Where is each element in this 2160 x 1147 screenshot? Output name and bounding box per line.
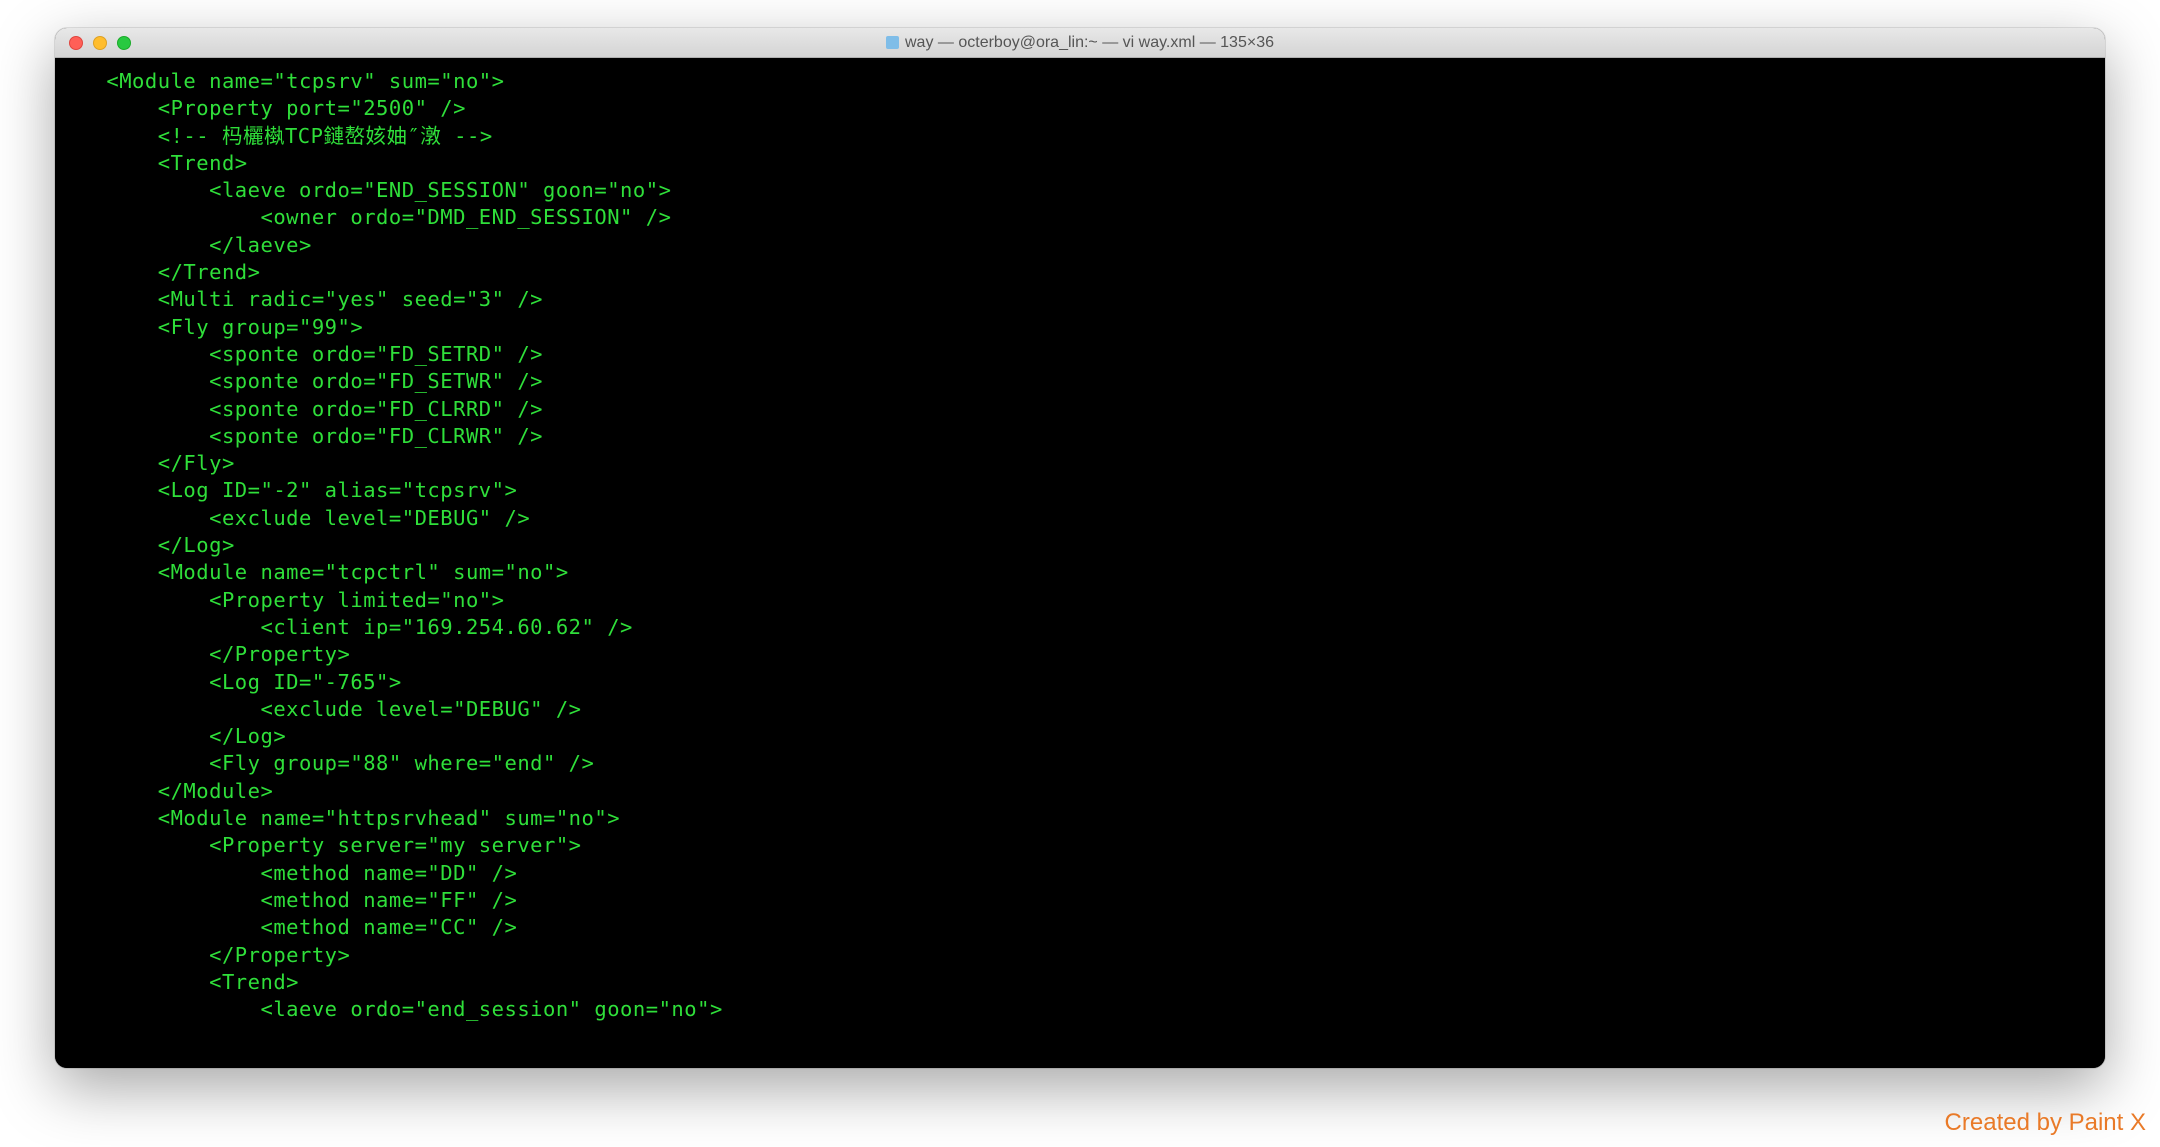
terminal-body[interactable]: <Module name="tcpsrv" sum="no"> <Propert… (55, 58, 2105, 1068)
watermark-text: Created by Paint X (1945, 1109, 2146, 1137)
window-title-wrap: way — octerboy@ora_lin:~ — vi way.xml — … (55, 34, 2105, 52)
close-icon[interactable] (69, 36, 83, 50)
maximize-icon[interactable] (117, 36, 131, 50)
terminal-text[interactable]: <Module name="tcpsrv" sum="no"> <Propert… (55, 68, 2105, 1023)
minimize-icon[interactable] (93, 36, 107, 50)
folder-icon (886, 36, 899, 49)
window-titlebar[interactable]: way — octerboy@ora_lin:~ — vi way.xml — … (55, 28, 2105, 58)
window-title: way — octerboy@ora_lin:~ — vi way.xml — … (905, 34, 1274, 52)
terminal-window: way — octerboy@ora_lin:~ — vi way.xml — … (55, 28, 2105, 1068)
traffic-lights (69, 36, 131, 50)
